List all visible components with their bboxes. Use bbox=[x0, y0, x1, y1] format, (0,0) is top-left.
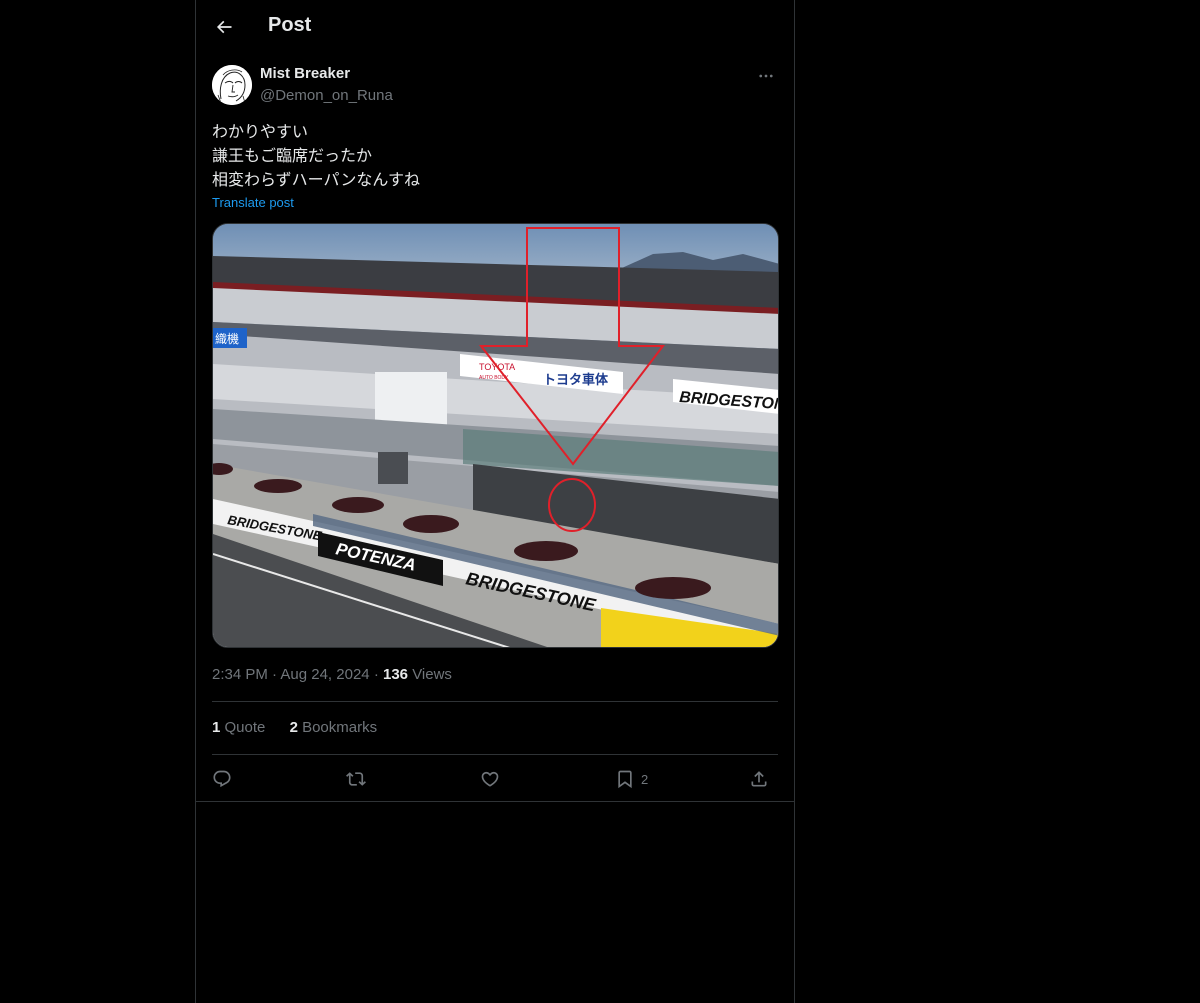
views-label: Views bbox=[412, 666, 452, 683]
post-image[interactable]: 織機 TOYOTA AUTO BODY トヨタ車体 BRIDGESTONE BR… bbox=[212, 223, 779, 648]
post-text-line: わかりやすい bbox=[212, 122, 309, 141]
more-dots-icon bbox=[759, 74, 773, 78]
avatar-sketch-face bbox=[212, 65, 252, 105]
divider bbox=[212, 754, 778, 755]
post-time[interactable]: 2:34 PM bbox=[212, 666, 268, 683]
pit-building-photo: 織機 TOYOTA AUTO BODY トヨタ車体 BRIDGESTONE BR… bbox=[213, 224, 778, 647]
reply-icon bbox=[213, 770, 231, 788]
bookmarks-stat[interactable]: 2 Bookmarks bbox=[290, 719, 378, 736]
quotes-stat[interactable]: 1 Quote bbox=[212, 719, 270, 736]
quotes-count: 1 bbox=[212, 719, 221, 736]
share-button[interactable] bbox=[749, 764, 769, 794]
post-meta: 2:34 PM · Aug 24, 2024 · 136 Views bbox=[212, 666, 452, 683]
repost-button[interactable] bbox=[346, 764, 366, 794]
bookmark-button[interactable]: 2 bbox=[615, 764, 648, 794]
post-text-line: 相変わらずハーパンなんすね bbox=[212, 170, 421, 189]
heart-icon bbox=[481, 771, 499, 787]
bookmarks-count: 2 bbox=[289, 719, 298, 736]
views-count: 136 bbox=[382, 666, 409, 683]
repost-icon bbox=[346, 772, 366, 786]
avatar[interactable] bbox=[212, 65, 252, 105]
post-header: Post bbox=[196, 0, 794, 54]
primary-column: Post Mist Breaker @Demon_on_Runa わかりやすい … bbox=[195, 0, 795, 1003]
post-date[interactable]: Aug 24, 2024 bbox=[280, 666, 369, 683]
bookmark-icon bbox=[618, 770, 632, 789]
arrow-left-icon bbox=[216, 20, 232, 34]
post-text-line: 謙王もご臨席だったか bbox=[212, 146, 373, 165]
page-title: Post bbox=[268, 14, 312, 36]
author-display-name[interactable]: Mist Breaker bbox=[260, 65, 350, 82]
author-handle[interactable]: @Demon_on_Runa bbox=[260, 87, 393, 104]
divider bbox=[212, 701, 778, 702]
quotes-label: Quote bbox=[224, 719, 266, 736]
bookmarks-label: Bookmarks bbox=[302, 719, 378, 736]
post-author: Mist Breaker @Demon_on_Runa bbox=[212, 64, 778, 108]
post-text: わかりやすい 謙王もご臨席だったか 相変わらずハーパンなんすね bbox=[212, 120, 778, 192]
post-bottom-border bbox=[196, 801, 794, 802]
share-icon bbox=[751, 771, 767, 787]
more-options-button[interactable] bbox=[754, 64, 778, 88]
bookmark-count: 2 bbox=[641, 771, 649, 787]
post-stats: 1 Quote 2 Bookmarks bbox=[212, 719, 397, 736]
translate-post-link[interactable]: Translate post bbox=[212, 195, 294, 210]
sign-left-blue: 織機 bbox=[215, 331, 239, 346]
post-actions: 2 bbox=[212, 764, 778, 794]
sign-toyota-jp: トヨタ車体 bbox=[543, 372, 609, 388]
like-button[interactable] bbox=[480, 764, 500, 794]
back-button[interactable] bbox=[208, 11, 240, 43]
reply-button[interactable] bbox=[212, 764, 232, 794]
